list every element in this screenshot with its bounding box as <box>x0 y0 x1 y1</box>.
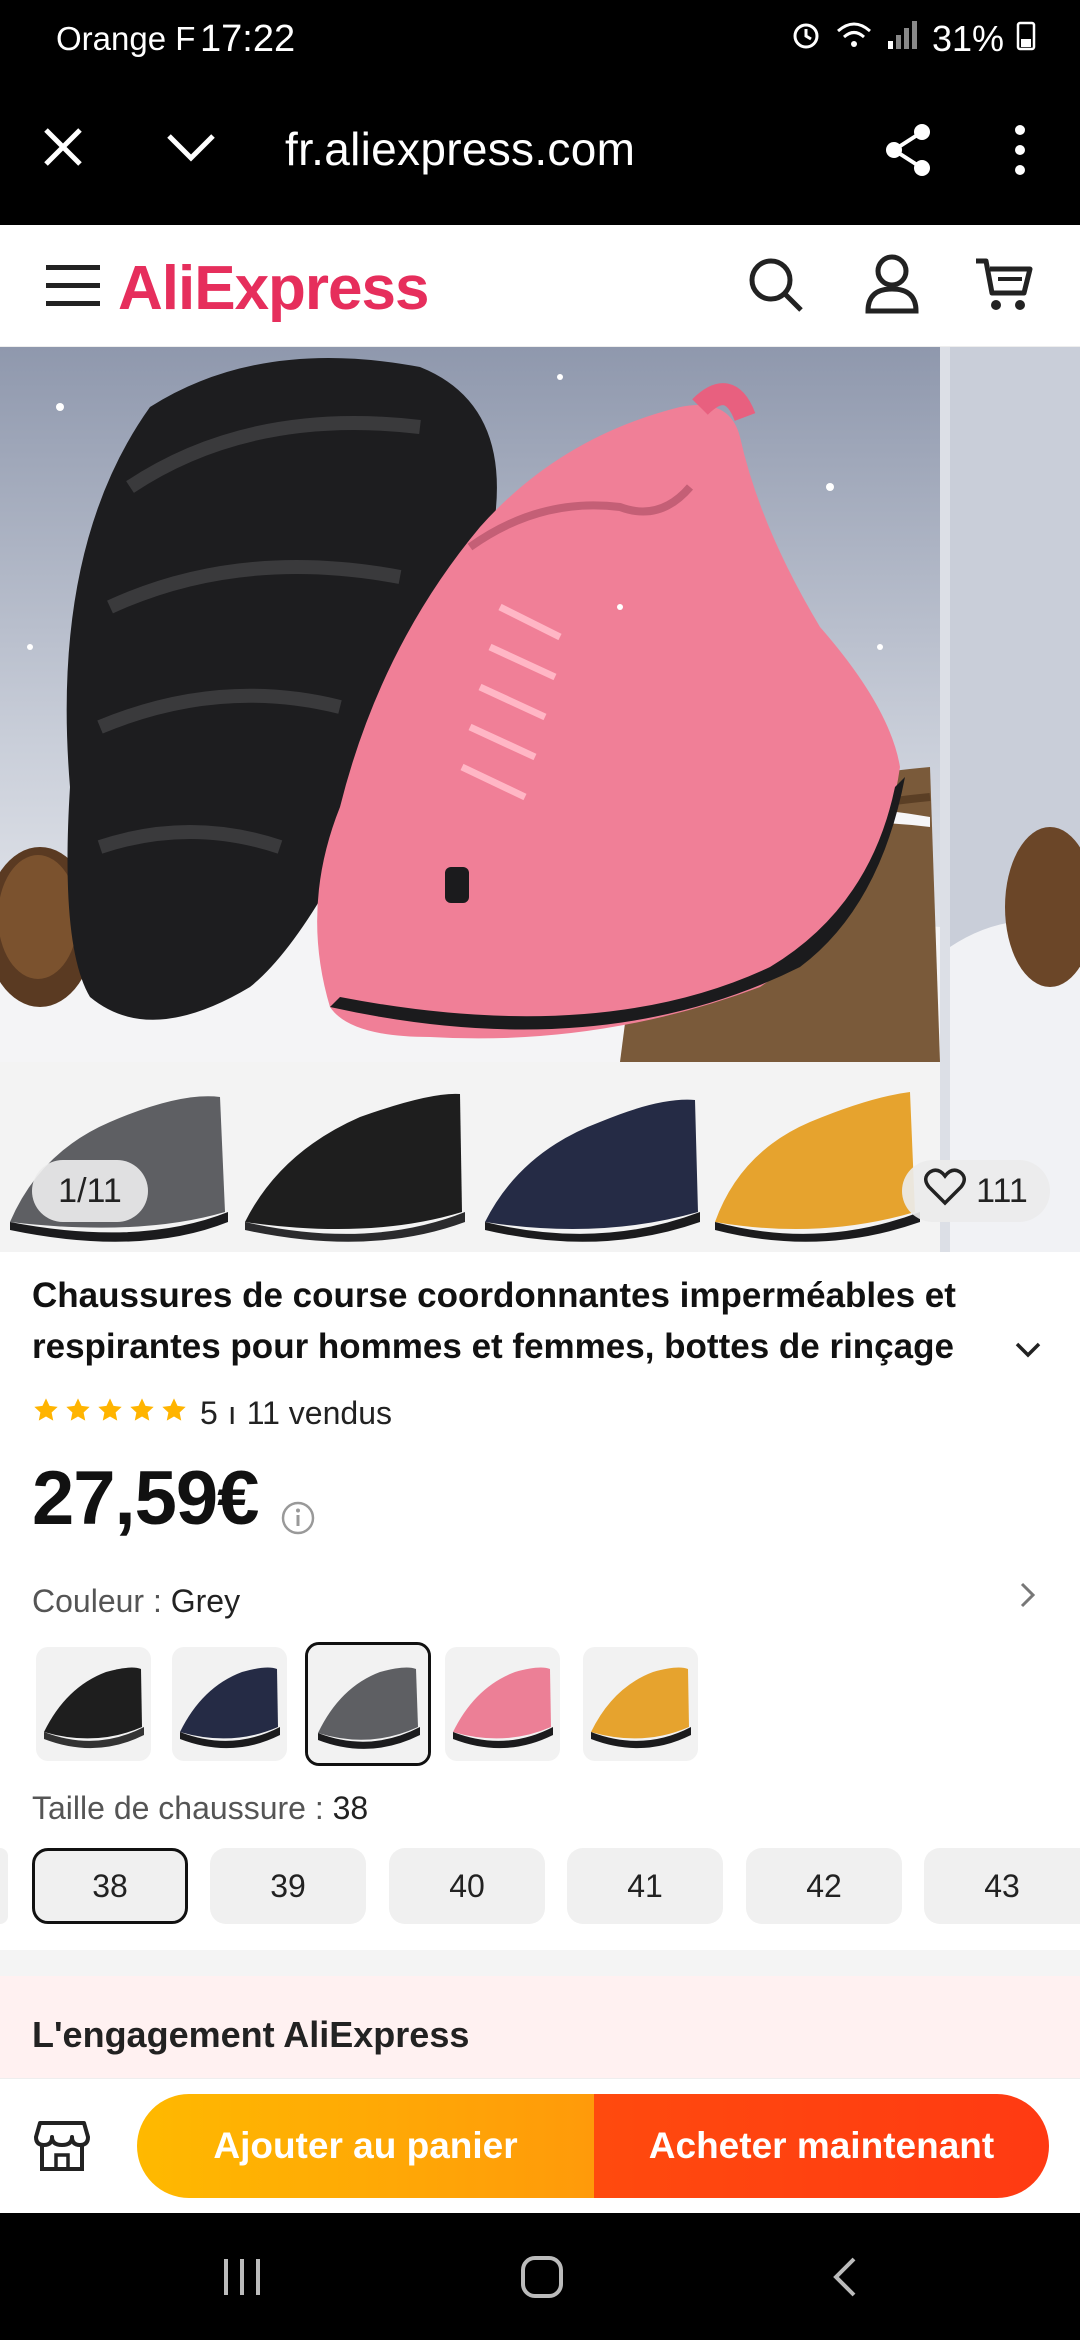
account-icon[interactable] <box>864 253 920 320</box>
color-thumbnail-strip <box>0 1062 940 1252</box>
size-option-41[interactable]: 41 <box>567 1848 723 1924</box>
browser-toolbar: fr.aliexpress.com <box>0 80 1080 225</box>
size-option-40[interactable]: 40 <box>389 1848 545 1924</box>
size-option-42[interactable]: 42 <box>746 1848 902 1924</box>
rating-value: 5 <box>200 1395 218 1431</box>
more-options-icon[interactable] <box>1012 124 1028 181</box>
size-option-partial[interactable] <box>0 1848 8 1924</box>
star-icon <box>96 1395 124 1432</box>
wifi-icon <box>834 18 874 60</box>
star-icon <box>32 1395 60 1432</box>
clock: 17:22 <box>200 18 296 60</box>
product-main-image[interactable] <box>0 347 940 1062</box>
size-option-38[interactable]: 38 <box>32 1848 188 1924</box>
engagement-title: L'engagement AliExpress <box>32 2014 470 2055</box>
chevron-down-icon[interactable] <box>165 130 217 169</box>
section-divider <box>0 1950 1080 1976</box>
info-icon[interactable] <box>280 1500 316 1541</box>
close-tab-icon[interactable] <box>40 124 86 175</box>
store-icon[interactable] <box>34 2119 90 2178</box>
aliexpress-logo[interactable]: AliExpress <box>118 253 430 324</box>
back-icon[interactable] <box>830 2255 860 2304</box>
home-icon[interactable] <box>520 2255 564 2304</box>
sold-count: 11 vendus <box>246 1395 392 1431</box>
selected-size: 38 <box>332 1790 369 1826</box>
bottom-action-bar: Ajouter au panier Acheter maintenant <box>0 2078 1080 2213</box>
wishlist-button[interactable]: 111 <box>902 1160 1050 1222</box>
rating-row[interactable]: 5 ı 11 vendus <box>32 1395 392 1432</box>
search-icon[interactable] <box>746 255 806 320</box>
chevron-right-icon[interactable] <box>1018 1580 1038 1615</box>
color-swatch-pink[interactable] <box>445 1647 560 1761</box>
expand-title-icon[interactable] <box>1013 1340 1043 1365</box>
product-title[interactable]: Chaussures de course coordonnantes imper… <box>32 1270 992 1372</box>
url-field[interactable]: fr.aliexpress.com <box>285 122 635 176</box>
star-icon <box>64 1395 92 1432</box>
heart-icon <box>924 1167 967 1215</box>
star-icon <box>128 1395 156 1432</box>
size-label: Taille de chaussure <box>32 1790 306 1826</box>
wishlist-count: 111 <box>976 1171 1028 1210</box>
signal-icon <box>886 18 920 60</box>
status-bar: Orange F 17:22 31% <box>0 0 1080 80</box>
site-header: AliExpress <box>0 225 1080 347</box>
star-rating <box>32 1395 188 1432</box>
size-option-39[interactable]: 39 <box>210 1848 366 1924</box>
battery-level: 31% <box>931 18 1004 59</box>
status-icons: 31% <box>790 18 1036 60</box>
menu-icon[interactable] <box>46 263 100 314</box>
size-option-43[interactable]: 43 <box>924 1848 1080 1924</box>
next-product-image[interactable] <box>950 347 1080 1252</box>
color-swatch-black[interactable] <box>36 1647 151 1761</box>
star-icon <box>160 1395 188 1432</box>
product-price: 27,59€ <box>32 1456 259 1541</box>
color-swatch-navy[interactable] <box>172 1647 287 1761</box>
color-label-row[interactable]: Couleur : Grey <box>32 1583 240 1620</box>
buy-now-button[interactable]: Acheter maintenant <box>594 2094 1049 2198</box>
image-counter: 1/11 <box>32 1160 148 1222</box>
color-label: Couleur <box>32 1583 145 1619</box>
system-nav-bar <box>0 2213 1080 2340</box>
battery-icon <box>1016 18 1036 60</box>
product-gallery[interactable]: 1/11 111 <box>0 347 1080 1252</box>
color-swatch-grey[interactable] <box>305 1642 431 1766</box>
color-swatch-yellow[interactable] <box>583 1647 698 1761</box>
selected-color: Grey <box>170 1583 241 1619</box>
carrier-label: Orange F <box>56 20 196 57</box>
add-to-cart-button[interactable]: Ajouter au panier <box>137 2094 594 2198</box>
cart-icon[interactable] <box>974 255 1034 320</box>
alarm-icon <box>790 18 822 60</box>
share-icon[interactable] <box>882 122 934 183</box>
rating-separator: ı <box>227 1395 237 1431</box>
recent-apps-icon[interactable] <box>220 2257 264 2302</box>
size-label-row: Taille de chaussure : 38 <box>32 1790 369 1826</box>
engagement-section[interactable]: L'engagement AliExpress <box>0 1976 1080 2086</box>
